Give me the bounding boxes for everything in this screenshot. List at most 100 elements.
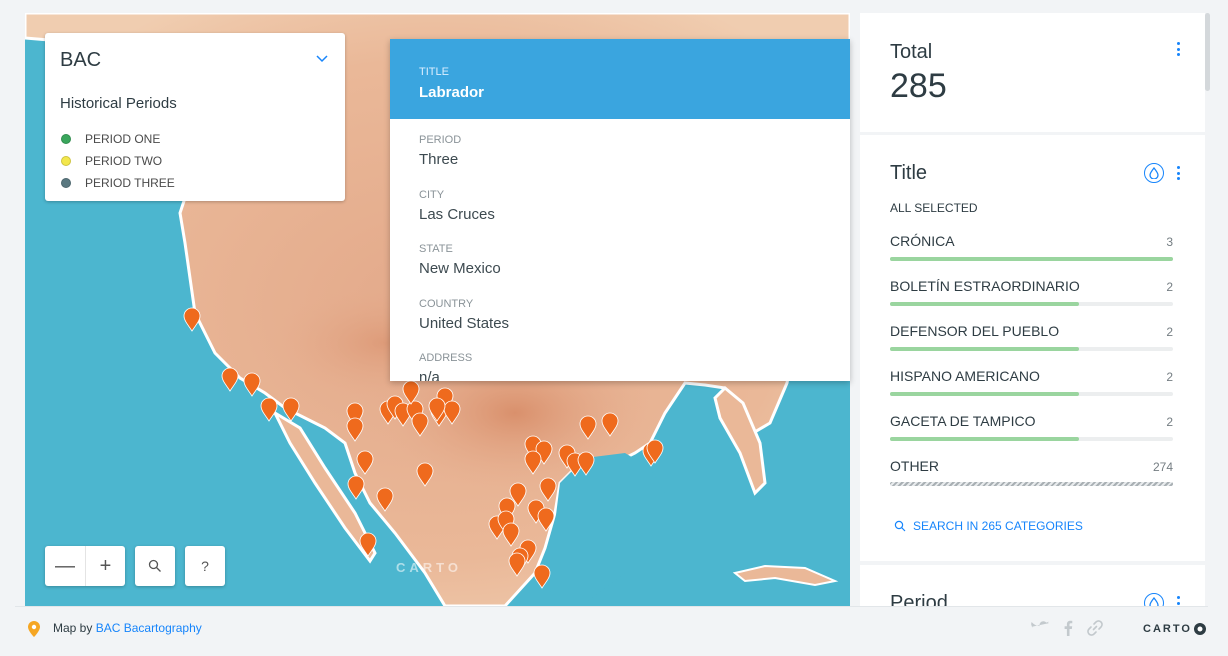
category-bar [890, 437, 1173, 441]
zoom-in-button[interactable]: + [85, 546, 125, 586]
category-count: 2 [1166, 280, 1173, 294]
category-count: 2 [1166, 415, 1173, 429]
total-value: 285 [890, 67, 947, 105]
field-value: United States [419, 314, 510, 332]
total-title: Total [890, 41, 933, 63]
category-bar [890, 482, 1173, 486]
link-icon[interactable] [1087, 620, 1103, 636]
category-count: 2 [1166, 325, 1173, 339]
legend-widget: BAC Historical Periods PERIOD ONE PERIOD… [45, 33, 345, 201]
popup-body[interactable]: PERIOD Three CITY Las Cruces STATE New Mexi… [390, 119, 850, 381]
popup-title-value: Labrador [419, 84, 485, 101]
category-bar-fill [890, 482, 1173, 486]
category-count: 3 [1166, 235, 1173, 249]
field-value: Las Cruces [419, 205, 495, 223]
legend-item-period-three: PERIOD THREE [61, 172, 175, 194]
period-widget-title: Period [890, 592, 948, 606]
category-bar [890, 302, 1173, 306]
category-name: CRÓNICA [890, 233, 955, 249]
category-row[interactable]: BOLETÍN ESTRAORDINARIO 2 [890, 278, 1173, 306]
selection-status: ALL SELECTED [890, 201, 978, 215]
legend-item-period-one: PERIOD ONE [61, 128, 175, 150]
carto-logo-mark [1193, 623, 1206, 635]
legend-item-label: PERIOD ONE [85, 132, 161, 146]
field-value: n/a [419, 369, 440, 381]
category-name: OTHER [890, 458, 939, 474]
field-label: ADDRESS [419, 352, 473, 364]
category-bar-fill [890, 437, 1079, 441]
legend-subtitle: Historical Periods [60, 95, 177, 112]
total-widget: Total 285 [860, 13, 1205, 132]
search-categories-link[interactable]: SEARCH IN 265 CATEGORIES [894, 519, 1083, 533]
category-name: DEFENSOR DEL PUEBLO [890, 323, 1060, 339]
field-label: PERIOD [419, 134, 462, 146]
zoom-control: — + [45, 546, 125, 586]
twitter-icon[interactable] [1031, 620, 1049, 636]
category-bar-fill [890, 302, 1079, 306]
category-name: HISPANO AMERICANO [890, 368, 1040, 384]
carto-watermark: CARTO [396, 560, 462, 575]
carto-logo-text: CARTO [1143, 623, 1192, 635]
search-categories-label: SEARCH IN 265 CATEGORIES [913, 519, 1083, 533]
zoom-out-button[interactable]: — [45, 546, 85, 586]
popup-field-country: COUNTRY United States [419, 298, 821, 353]
category-row-other[interactable]: OTHER 274 [890, 458, 1173, 486]
popup-field-address: ADDRESS n/a [419, 352, 821, 381]
color-drop-icon[interactable] [1144, 163, 1164, 183]
category-bar [890, 347, 1173, 351]
legend-swatch [61, 134, 71, 144]
map-pin-icon [28, 621, 40, 637]
field-value: Three [419, 151, 459, 168]
category-bar-fill [890, 347, 1079, 351]
field-label: COUNTRY [419, 297, 474, 310]
more-options-icon[interactable] [1176, 166, 1180, 180]
category-bar [890, 257, 1173, 261]
legend-swatch [61, 156, 71, 166]
author-link[interactable]: BAC Bacartography [96, 621, 202, 635]
legend-item-period-two: PERIOD TWO [61, 150, 175, 172]
more-options-icon[interactable] [1176, 596, 1180, 606]
field-label: STATE [419, 243, 453, 255]
share-icons [1031, 620, 1103, 636]
legend-list: PERIOD ONE PERIOD TWO PERIOD THREE [61, 128, 175, 194]
title-widget: Title ALL SELECTED CRÓNICA 3 BOLETÍN EST… [860, 135, 1205, 561]
category-row[interactable]: GACETA DE TAMPICO 2 [890, 413, 1173, 441]
category-row[interactable]: DEFENSOR DEL PUEBLO 2 [890, 323, 1173, 351]
legend-swatch [61, 178, 71, 188]
chevron-down-icon[interactable] [315, 51, 329, 65]
category-count: 274 [1152, 460, 1173, 474]
category-name: BOLETÍN ESTRAORDINARIO [890, 278, 1080, 294]
category-row[interactable]: HISPANO AMERICANO 2 [890, 368, 1173, 396]
color-drop-icon[interactable] [1144, 593, 1164, 606]
popup-header: TITLE Labrador [390, 39, 850, 119]
category-bar-fill [890, 257, 1173, 261]
footer: Map by BAC Bacartography CARTO [15, 606, 1208, 654]
popup-field-period: PERIOD Three [419, 134, 821, 189]
category-bar-fill [890, 392, 1079, 396]
help-button[interactable]: ? [185, 546, 225, 586]
search-icon [894, 520, 906, 532]
legend-title: BAC [60, 49, 102, 71]
map-search-button[interactable] [135, 546, 175, 586]
legend-item-label: PERIOD THREE [85, 176, 175, 190]
widgets-panel[interactable]: Total 285 Title ALL SELECTED CRÓNICA 3 B… [860, 13, 1205, 606]
search-icon [148, 559, 161, 572]
field-value: New Mexico [419, 260, 501, 277]
map-by-label: Map by [53, 621, 93, 635]
panel-scrollbar[interactable] [1205, 13, 1210, 91]
field-label: CITY [419, 188, 445, 201]
facebook-icon[interactable] [1063, 620, 1073, 636]
map-attribution: Map by BAC Bacartography [53, 621, 202, 635]
carto-logo[interactable]: CARTO [1143, 622, 1207, 636]
more-options-icon[interactable] [1176, 42, 1180, 56]
category-row[interactable]: CRÓNICA 3 [890, 233, 1173, 261]
popup-field-state: STATE New Mexico [419, 243, 821, 298]
popup-field-city: CITY Las Cruces [419, 189, 821, 244]
period-widget: Period [860, 565, 1205, 606]
popup-title-label: TITLE [419, 66, 449, 78]
category-bar [890, 392, 1173, 396]
category-count: 2 [1166, 370, 1173, 384]
category-name: GACETA DE TAMPICO [890, 413, 1036, 429]
title-widget-title: Title [890, 162, 928, 184]
feature-popup[interactable]: TITLE Labrador PERIOD Three CITY Las Cruce… [390, 39, 850, 381]
